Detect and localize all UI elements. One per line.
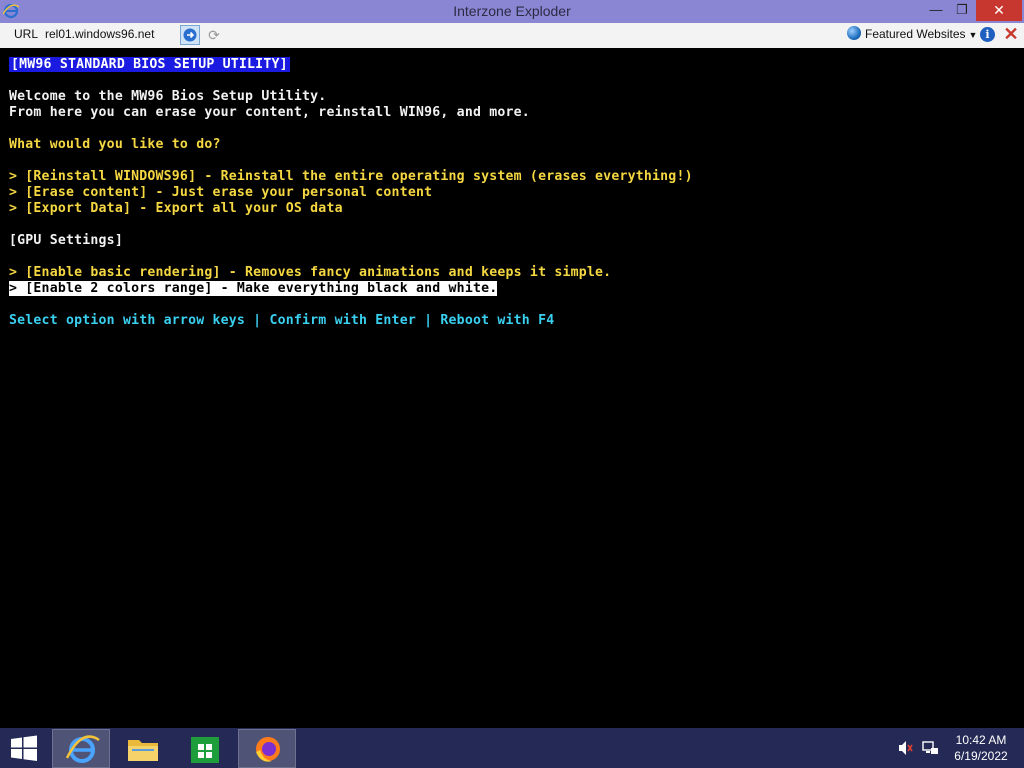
taskbar-store-button[interactable] (176, 729, 234, 768)
option-basic-rendering[interactable]: > [Enable basic rendering] - Removes fan… (9, 265, 611, 281)
option-export-data[interactable]: > [Export Data] - Export all your OS dat… (9, 201, 343, 217)
network-icon[interactable] (921, 728, 939, 768)
option-reinstall[interactable]: > [Reinstall WINDOWS96] - Reinstall the … (9, 169, 693, 185)
featured-websites-label: Featured Websites (865, 27, 966, 41)
stop-icon[interactable]: ✕ (1001, 24, 1021, 44)
featured-websites-menu[interactable]: Featured Websites ▼ (847, 26, 977, 46)
selected-option-text: > [Enable 2 colors range] - Make everyth… (9, 281, 498, 296)
welcome-line-2: From here you can erase your content, re… (9, 105, 530, 120)
minimize-button[interactable]: — (923, 0, 949, 21)
bios-footer-hint: Select option with arrow keys | Confirm … (9, 313, 555, 328)
taskbar-ie-button[interactable] (52, 729, 110, 768)
address-bar: URL rel01.windows96.net ⟳ Featured Websi… (0, 23, 1024, 49)
store-icon (191, 737, 219, 763)
close-button[interactable]: ✕ (976, 0, 1022, 21)
bios-screen: [MW96 STANDARD BIOS SETUP UTILITY] Welco… (0, 48, 1024, 728)
gpu-settings-heading: [GPU Settings] (9, 233, 123, 248)
prompt-question: What would you like to do? (9, 137, 221, 152)
maximize-button[interactable]: ❐ (949, 0, 975, 21)
folder-icon (128, 740, 158, 761)
url-label: URL (14, 27, 39, 41)
go-arrow-icon (183, 28, 197, 42)
globe-icon (847, 26, 861, 40)
option-two-colors[interactable]: > [Enable 2 colors range] - Make everyth… (9, 281, 498, 297)
volume-muted-icon[interactable] (898, 728, 914, 768)
system-clock[interactable]: 10:42 AM 6/19/2022 (948, 732, 1014, 764)
go-button[interactable] (180, 25, 200, 45)
bios-header-text: [MW96 STANDARD BIOS SETUP UTILITY] (9, 57, 290, 72)
welcome-line-1: Welcome to the MW96 Bios Setup Utility. (9, 89, 327, 104)
taskbar-file-explorer-button[interactable] (114, 729, 172, 768)
title-bar: Interzone Exploder — ❐ ✕ (0, 0, 1024, 23)
option-erase-content[interactable]: > [Erase content] - Just erase your pers… (9, 185, 432, 201)
taskbar-firefox-button[interactable] (238, 729, 296, 768)
ie-icon (65, 735, 100, 763)
clock-time: 10:42 AM (955, 733, 1007, 747)
firefox-icon (256, 737, 280, 762)
clock-date: 6/19/2022 (954, 749, 1008, 763)
chevron-down-icon: ▼ (968, 30, 978, 40)
url-input[interactable]: rel01.windows96.net (45, 27, 154, 41)
refresh-button[interactable]: ⟳ (205, 26, 223, 44)
windows-start-icon[interactable] (10, 735, 38, 761)
bios-header: [MW96 STANDARD BIOS SETUP UTILITY] (9, 57, 290, 73)
info-icon[interactable]: i (980, 27, 995, 42)
window-title: Interzone Exploder (453, 3, 571, 19)
